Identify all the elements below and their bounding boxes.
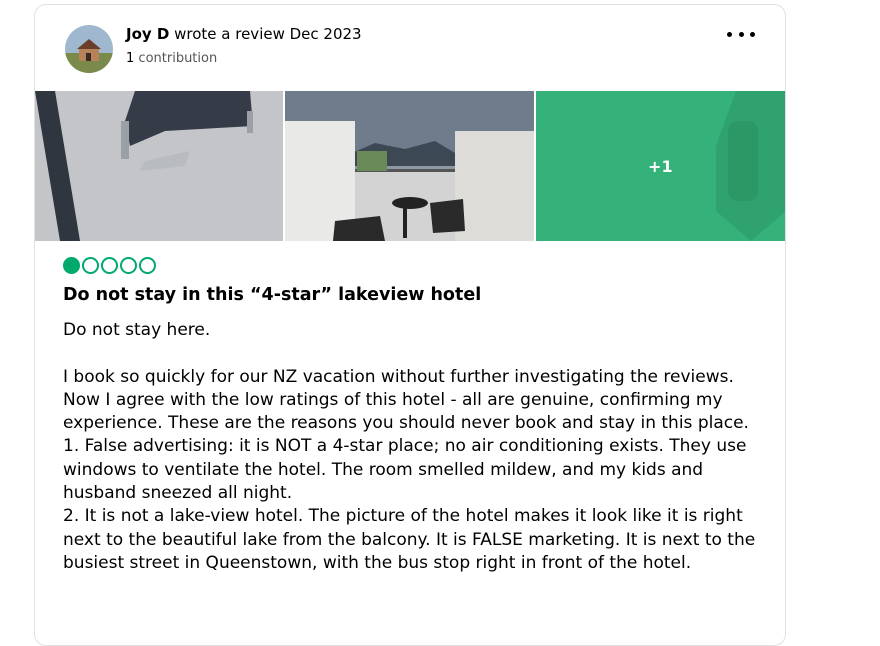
review-body: Do not stay here. I book so quickly for …	[63, 319, 763, 575]
review-body-line: experience. These are the reasons you sh…	[63, 413, 749, 434]
review-card: Joy D wrote a review Dec 2023 1 contribu…	[34, 4, 786, 646]
more-horizontal-icon-dot	[750, 31, 755, 37]
review-photo-more[interactable]: +1	[535, 91, 785, 241]
author-name[interactable]: Joy D	[126, 25, 169, 43]
review-body-line: 2. It is not a lake-view hotel. The pict…	[63, 506, 743, 527]
review-title[interactable]: Do not stay in this “4-star” lakeview ho…	[63, 285, 481, 305]
more-options-button[interactable]	[727, 25, 755, 43]
review-body-line: I book so quickly for our NZ vacation wi…	[63, 366, 734, 387]
review-body-line: 1. False advertising: it is NOT a 4-star…	[63, 436, 747, 457]
rating-bubble-empty	[82, 257, 99, 274]
more-horizontal-icon-dot	[738, 31, 744, 37]
contribution-label: contribution	[138, 51, 218, 66]
review-body-line: husband sneezed all night.	[63, 483, 293, 504]
rating-bubble-empty	[120, 257, 137, 274]
more-photos-count: +1	[648, 156, 673, 176]
contribution-count: 1 contribution	[126, 51, 217, 66]
review-body-line: Do not stay here.	[63, 320, 211, 340]
review-body-line: windows to ventilate the hotel. The room…	[63, 459, 704, 480]
review-body-line: Now I agree with the low ratings of this…	[63, 389, 723, 410]
contribution-number: 1	[126, 51, 135, 66]
review-photo[interactable]	[285, 91, 534, 241]
review-photo[interactable]	[35, 91, 284, 241]
more-horizontal-icon	[727, 31, 732, 37]
review-date-text: wrote a review Dec 2023	[174, 25, 362, 43]
rating-bubble-filled	[63, 257, 80, 274]
review-photos: +1	[35, 91, 785, 241]
rating-bubble-empty	[101, 257, 118, 274]
bubble-rating	[63, 257, 156, 274]
author-line: Joy D wrote a review Dec 2023	[126, 25, 362, 43]
rating-bubble-empty	[139, 257, 156, 274]
review-body-line: next to the beautiful lake from the balc…	[63, 529, 756, 550]
review-body-line: busiest street in Queenstown, with the b…	[63, 552, 692, 573]
avatar[interactable]	[65, 25, 113, 73]
